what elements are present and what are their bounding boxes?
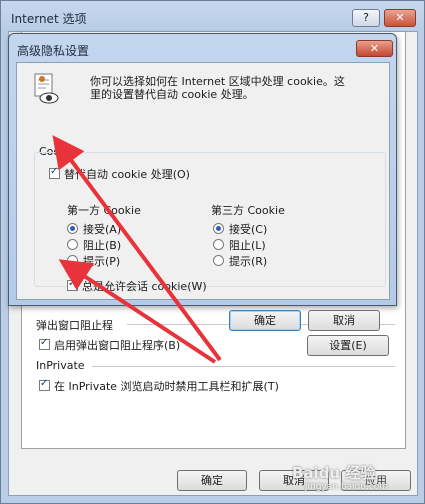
arrow-to-session-checkbox <box>58 259 217 364</box>
arrow-to-override-checkbox <box>52 135 222 362</box>
annotation-arrows <box>52 135 222 364</box>
watermark: Baidu 经验 <box>292 464 376 482</box>
watermark-sub: jingyan.baidu.com <box>305 482 389 492</box>
